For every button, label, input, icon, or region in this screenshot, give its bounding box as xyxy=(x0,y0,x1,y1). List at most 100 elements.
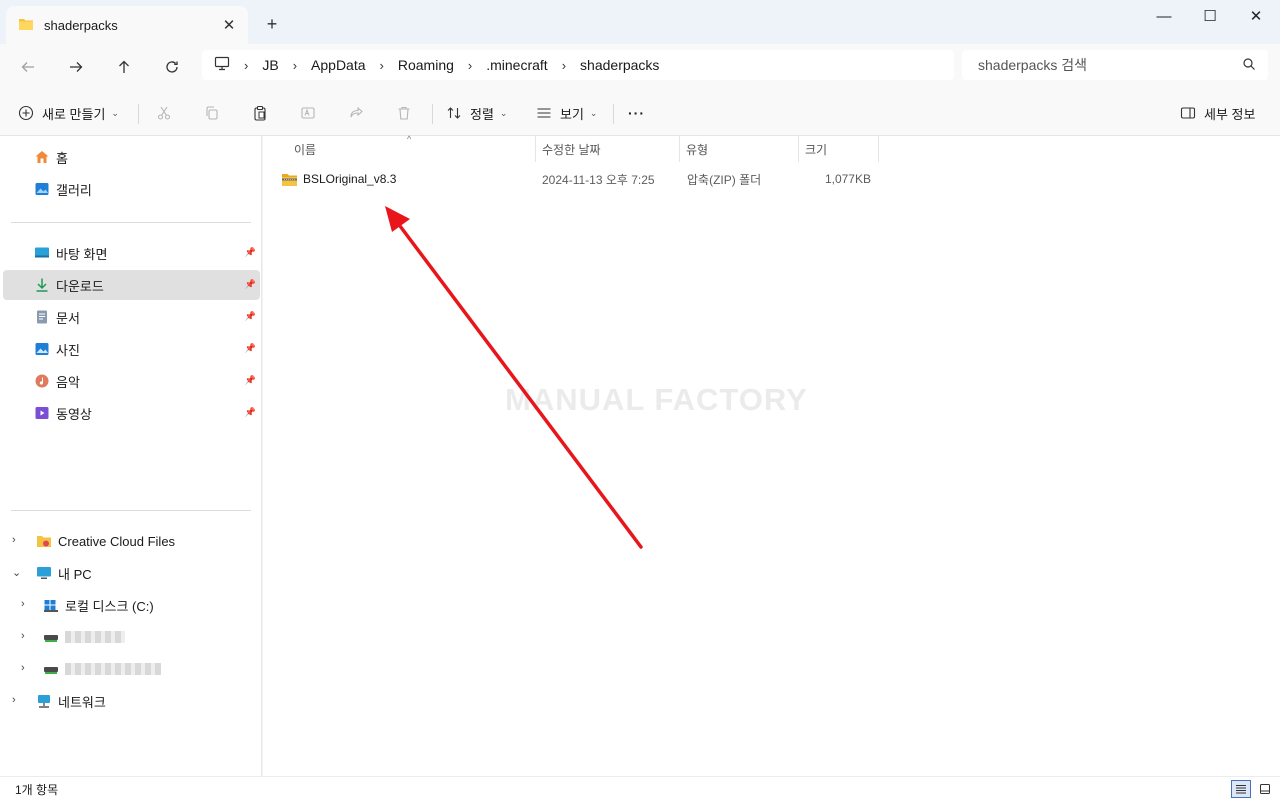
pictures-icon xyxy=(34,341,50,357)
refresh-button[interactable] xyxy=(155,50,189,84)
pin-icon[interactable]: 📌 xyxy=(245,279,256,290)
gallery-icon xyxy=(34,181,50,197)
clipboard-icon xyxy=(245,98,275,128)
tiles-view-button[interactable] xyxy=(1255,780,1275,798)
file-type: 압축(ZIP) 폴더 xyxy=(687,172,762,187)
breadcrumb-separator: › xyxy=(467,57,473,73)
home-icon xyxy=(34,149,50,165)
breadcrumb-roaming[interactable]: Roaming xyxy=(398,57,454,73)
breadcrumb-minecraft[interactable]: .minecraft xyxy=(486,57,547,73)
redacted-label xyxy=(65,663,161,675)
refresh-icon xyxy=(166,61,178,73)
sidebar-item-downloads[interactable]: 다운로드 📌 xyxy=(3,270,260,300)
chevron-down-icon: ⌄ xyxy=(499,107,508,118)
video-icon xyxy=(34,405,50,421)
music-icon xyxy=(34,373,50,389)
sidebar-item-drive-redacted-2[interactable] xyxy=(3,654,260,684)
title-bar: shaderpacks ✕ + — ☐ ✕ xyxy=(0,0,1280,44)
pin-icon[interactable]: 📌 xyxy=(245,407,256,418)
forward-button[interactable] xyxy=(59,50,93,84)
share-icon xyxy=(341,98,371,128)
sidebar-divider xyxy=(11,510,251,511)
cut-button[interactable] xyxy=(149,98,179,128)
rename-icon xyxy=(293,98,323,128)
computer-icon xyxy=(214,56,230,74)
tab-shaderpacks[interactable]: shaderpacks ✕ xyxy=(6,6,248,44)
address-bar[interactable]: › JB › AppData › Roaming › .minecraft › … xyxy=(202,50,954,80)
new-button-label: 새로 만들기 xyxy=(42,106,106,122)
sidebar-item-documents[interactable]: 문서 📌 xyxy=(3,302,260,332)
sidebar-item-drive-redacted-1[interactable] xyxy=(3,622,260,652)
sidebar-item-pictures[interactable]: 사진 📌 xyxy=(3,334,260,364)
drive-icon xyxy=(43,629,59,645)
column-divider[interactable] xyxy=(878,136,879,162)
file-row[interactable]: BSLOriginal_v8.3 2024-11-13 오후 7:25 압축(Z… xyxy=(273,166,879,192)
sidebar-item-creative-cloud[interactable]: Creative Cloud Files xyxy=(3,526,260,556)
close-button[interactable]: ✕ xyxy=(1233,0,1279,32)
sidebar-item-gallery[interactable]: 갤러리 xyxy=(3,174,260,204)
details-view-icon xyxy=(1236,785,1246,794)
new-button[interactable]: 새로 만들기 ⌄ xyxy=(18,98,119,128)
sidebar-item-videos[interactable]: 동영상 📌 xyxy=(3,398,260,428)
plus-circle-icon xyxy=(18,105,34,121)
scissors-icon xyxy=(149,98,179,128)
status-bar: 1개 항목 xyxy=(0,776,1280,800)
tab-title: shaderpacks xyxy=(44,17,118,33)
navigation-pane: 홈 갤러리 바탕 화면 📌 다운로드 📌 문서 📌 사진 📌 음악 📌 동영상 … xyxy=(0,136,262,776)
column-header-label: 수정한 날짜 xyxy=(542,142,601,157)
sidebar-item-network[interactable]: 네트워크 xyxy=(3,686,260,716)
tiles-view-icon xyxy=(1260,784,1270,794)
delete-button[interactable] xyxy=(389,98,419,128)
pin-icon[interactable]: 📌 xyxy=(245,343,256,354)
sidebar-item-label: Creative Cloud Files xyxy=(58,533,176,549)
computer-icon xyxy=(36,565,52,581)
copy-button[interactable] xyxy=(197,98,227,128)
breadcrumb-separator: › xyxy=(244,57,249,73)
sort-button[interactable]: 정렬 ⌄ xyxy=(446,98,507,128)
sidebar-item-local-disk[interactable]: 로컬 디스크 (C:) xyxy=(3,590,260,620)
new-tab-button[interactable]: + xyxy=(260,12,284,36)
column-header-type[interactable]: 유형 xyxy=(679,136,798,162)
maximize-button[interactable]: ☐ xyxy=(1187,0,1233,32)
chevron-down-icon: ⌄ xyxy=(589,107,598,118)
arrow-up-icon xyxy=(119,60,129,73)
breadcrumb-separator: › xyxy=(379,57,384,73)
sidebar-item-music[interactable]: 음악 📌 xyxy=(3,366,260,396)
pin-icon[interactable]: 📌 xyxy=(245,311,256,322)
desktop-icon xyxy=(34,245,50,261)
rename-button[interactable] xyxy=(293,98,323,128)
pin-icon[interactable]: 📌 xyxy=(245,247,256,258)
column-header-size[interactable]: 크기 xyxy=(798,136,878,162)
details-view-button[interactable] xyxy=(1231,780,1251,798)
tab-close-icon[interactable]: ✕ xyxy=(218,14,240,36)
paste-button[interactable] xyxy=(245,98,275,128)
sidebar-item-home[interactable]: 홈 xyxy=(3,142,260,172)
more-options-button[interactable]: ··· xyxy=(628,98,645,128)
view-button[interactable]: 보기 ⌄ xyxy=(536,98,597,128)
arrow-left-icon xyxy=(21,62,34,72)
search-placeholder: shaderpacks 검색 xyxy=(978,57,1088,73)
sidebar-item-desktop[interactable]: 바탕 화면 📌 xyxy=(3,238,260,268)
sidebar-item-label: 문서 xyxy=(56,310,80,326)
breadcrumb-appdata[interactable]: AppData xyxy=(311,57,365,73)
sidebar-item-this-pc[interactable]: 내 PC xyxy=(3,558,260,588)
back-button[interactable] xyxy=(11,50,45,84)
column-header-modified[interactable]: 수정한 날짜 xyxy=(535,136,679,162)
view-button-label: 보기 xyxy=(560,106,584,122)
details-pane-button[interactable]: 세부 정보 xyxy=(1180,98,1255,128)
search-box[interactable]: shaderpacks 검색 xyxy=(962,50,1268,80)
share-button[interactable] xyxy=(341,98,371,128)
view-list-icon xyxy=(537,108,551,118)
item-count: 1개 항목 xyxy=(15,783,59,797)
file-name-cell: BSLOriginal_v8.3 xyxy=(281,166,531,192)
breadcrumb-jb[interactable]: JB xyxy=(262,57,278,73)
pin-icon[interactable]: 📌 xyxy=(245,375,256,386)
watermark: MANUAL FACTORY xyxy=(505,382,808,417)
command-bar: 새로 만들기 ⌄ 정렬 ⌄ 보기 ⌄ ··· 세부 정보 xyxy=(0,90,1280,136)
breadcrumb-shaderpacks[interactable]: shaderpacks xyxy=(580,57,659,73)
redacted-label xyxy=(65,631,125,643)
breadcrumb-separator: › xyxy=(561,57,567,73)
zip-folder-icon xyxy=(281,172,298,187)
up-button[interactable] xyxy=(107,50,141,84)
minimize-button[interactable]: — xyxy=(1141,0,1187,32)
